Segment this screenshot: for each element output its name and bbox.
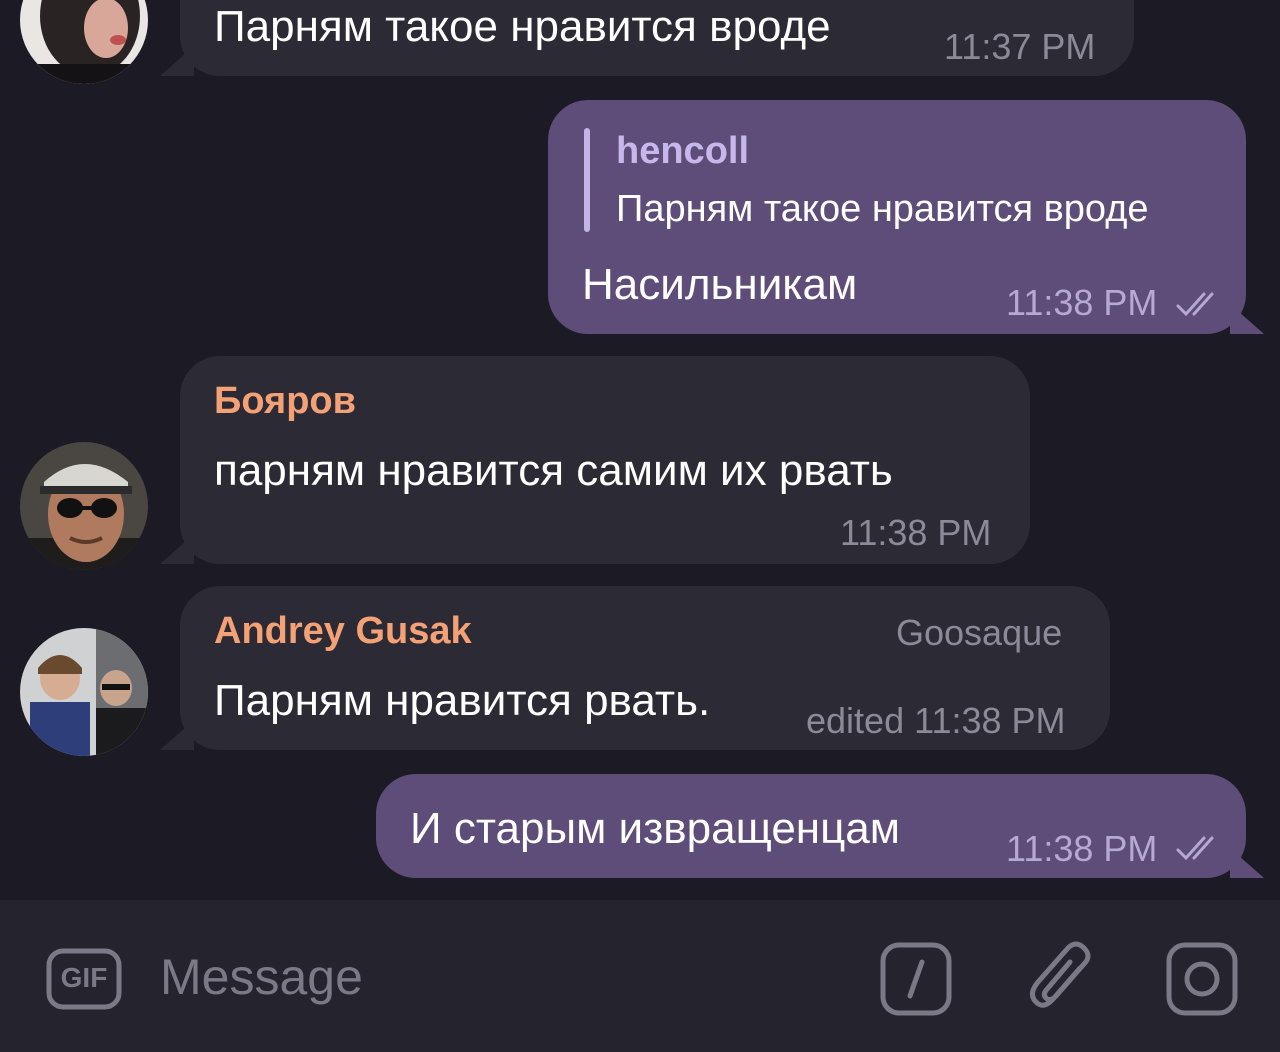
sender-name[interactable]: Бояров xyxy=(214,380,356,423)
avatar-andrey-gusak[interactable] xyxy=(20,628,148,756)
message-text: Насильникам xyxy=(582,260,858,309)
message-time: 11:37 PM xyxy=(944,26,1096,67)
bubble-tail xyxy=(1230,304,1264,334)
sender-name[interactable]: Andrey Gusak xyxy=(214,610,472,653)
double-check-icon xyxy=(1176,836,1214,861)
sender-tag: Goosaque xyxy=(896,612,1063,653)
reply-sender[interactable]: hencoll xyxy=(616,130,749,173)
camera-button[interactable] xyxy=(1166,942,1238,1016)
message-text: И старым извращенцам xyxy=(410,804,901,853)
bot-commands-button[interactable] xyxy=(880,942,952,1016)
gif-button[interactable]: GIF xyxy=(46,948,122,1010)
attach-button[interactable] xyxy=(1024,938,1096,1018)
message-text: парням нравится самим их рвать xyxy=(214,446,893,495)
message-input[interactable]: Message xyxy=(160,948,363,1006)
avatar-boyarov[interactable] xyxy=(20,442,148,570)
message-time: edited 11:38 PM xyxy=(806,700,1066,741)
double-check-icon xyxy=(1176,292,1214,317)
paperclip-icon xyxy=(1030,941,1091,1008)
message-text: Парням такое нравится вроде xyxy=(214,2,831,51)
avatar-hencoll[interactable] xyxy=(20,0,148,84)
camera-icon xyxy=(1166,942,1238,1016)
bubble-tail xyxy=(1230,848,1264,878)
slash-command-icon xyxy=(880,942,952,1016)
message-time: 11:38 PM xyxy=(1006,282,1158,323)
message-time: 11:38 PM xyxy=(840,512,992,553)
reply-text[interactable]: Парням такое нравится вроде xyxy=(616,188,1149,231)
message-time: 11:38 PM xyxy=(1006,828,1158,869)
reply-quote-bar xyxy=(584,128,590,232)
message-text: Парням нравится рвать. xyxy=(214,676,711,725)
gif-label: GIF xyxy=(60,962,108,993)
